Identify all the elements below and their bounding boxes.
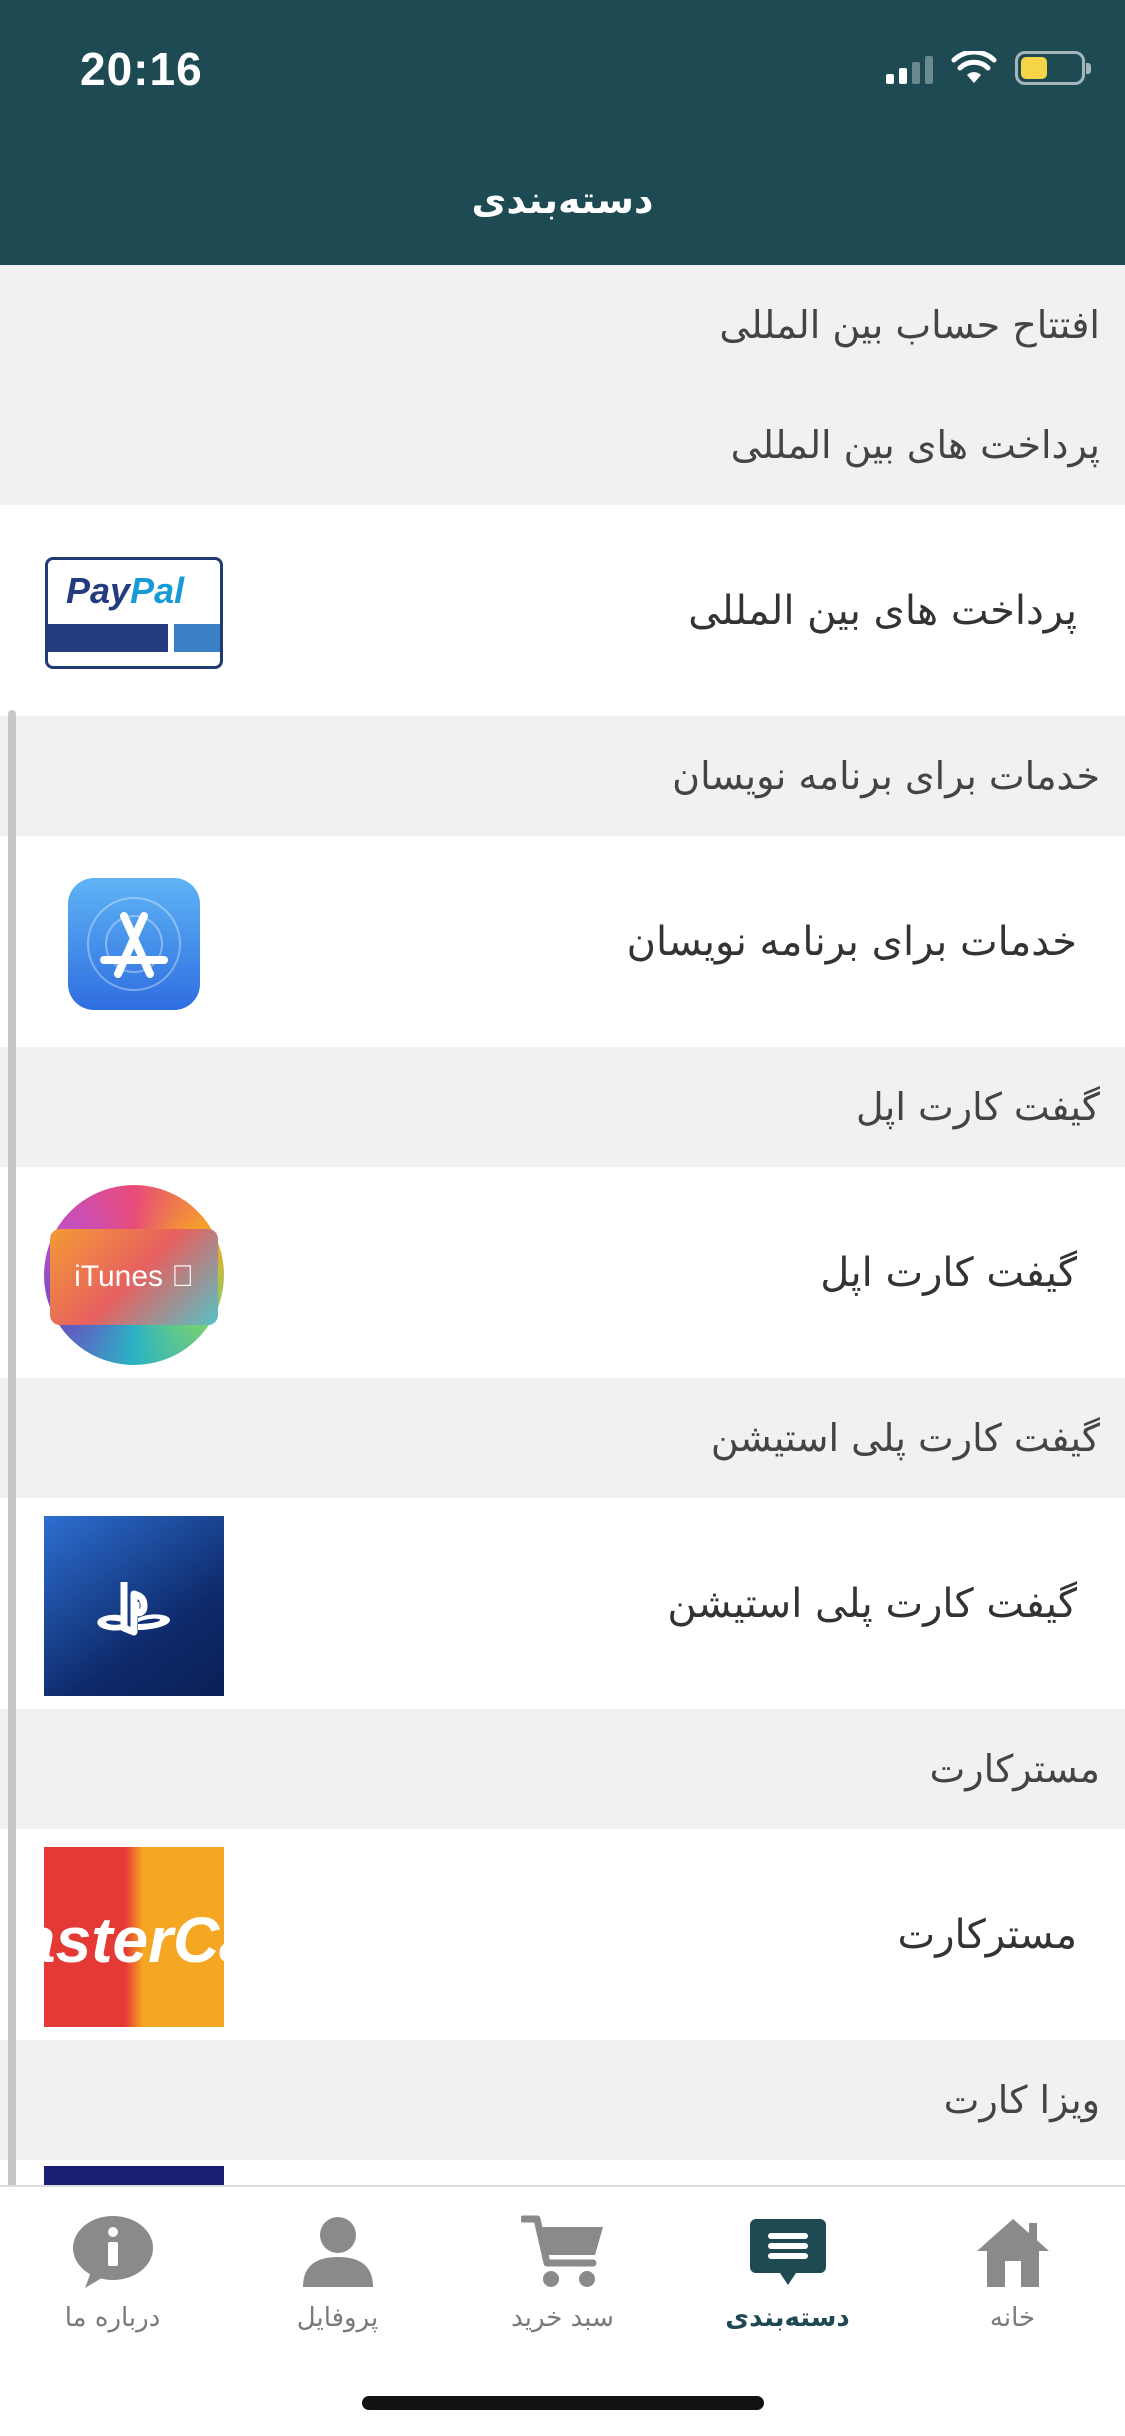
status-icons	[886, 48, 1091, 88]
battery-icon	[1015, 51, 1091, 85]
list-item-label: مسترکارت	[897, 1911, 1077, 1958]
user-icon	[302, 2217, 373, 2287]
section-header: پرداخت های بین المللی	[0, 385, 1125, 505]
tab-label: دسته‌بندی	[725, 2303, 850, 2333]
tab-label: سبد خرید	[511, 2303, 614, 2333]
section-header: گیفت کارت پلی استیشن	[0, 1378, 1125, 1498]
menu-icon	[749, 2219, 826, 2285]
section-header: مسترکارت	[0, 1709, 1125, 1829]
playstation-logo	[44, 1516, 224, 1696]
tab-label: درباره ما	[64, 2303, 161, 2333]
section-header: افتتاح حساب بین المللی	[0, 265, 1125, 385]
mastercard-logo: asterCa	[44, 1847, 224, 2027]
list-item-label: گیفت کارت پلی استیشن	[667, 1580, 1077, 1627]
paypal-logo: PayPal	[44, 523, 224, 703]
tab-label: پروفایل	[296, 2303, 379, 2333]
battery-level	[1021, 57, 1048, 79]
category-list[interactable]: افتتاح حساب بین المللی پرداخت های بین ال…	[0, 265, 1125, 2185]
visa-logo	[44, 2166, 224, 2185]
list-item-label: پرداخت های بین المللی	[688, 587, 1077, 634]
cellular-signal-icon	[886, 52, 933, 84]
section-header: گیفت کارت اپل	[0, 1047, 1125, 1167]
list-item-developer-services[interactable]: خدمات برای برنامه نویسان	[0, 836, 1125, 1047]
app-store-icon	[44, 854, 224, 1034]
list-item-apple-gift-card[interactable]: گیفت کارت اپل  iTunes	[0, 1167, 1125, 1378]
info-icon	[72, 2216, 153, 2288]
section-header: ویزا کارت	[0, 2040, 1125, 2160]
app-header: 20:16 دسته‌بندی	[0, 0, 1125, 265]
list-item-paypal[interactable]: پرداخت های بین المللی PayPal	[0, 505, 1125, 716]
scrollbar[interactable]	[8, 710, 16, 2185]
tab-about[interactable]: درباره ما	[0, 2187, 225, 2347]
tab-categories[interactable]: دسته‌بندی	[675, 2187, 900, 2347]
list-item-mastercard[interactable]: مسترکارت asterCa	[0, 1829, 1125, 2040]
list-item-playstation-gift-card[interactable]: گیفت کارت پلی استیشن	[0, 1498, 1125, 1709]
page-title: دسته‌بندی	[471, 178, 654, 222]
cart-icon	[520, 2215, 603, 2287]
tab-profile[interactable]: پروفایل	[225, 2187, 450, 2347]
list-item-label: گیفت کارت اپل	[820, 1249, 1077, 1296]
tab-cart[interactable]: سبد خرید	[450, 2187, 675, 2347]
home-icon	[976, 2219, 1049, 2287]
home-indicator	[362, 2396, 764, 2410]
itunes-logo:  iTunes	[44, 1185, 224, 1365]
tab-home[interactable]: خانه	[900, 2187, 1125, 2347]
list-item-label: خدمات برای برنامه نویسان	[626, 918, 1077, 965]
wifi-icon	[951, 51, 997, 83]
status-time: 20:16	[80, 43, 203, 95]
tab-label: خانه	[989, 2303, 1036, 2333]
section-header: خدمات برای برنامه نویسان	[0, 716, 1125, 836]
